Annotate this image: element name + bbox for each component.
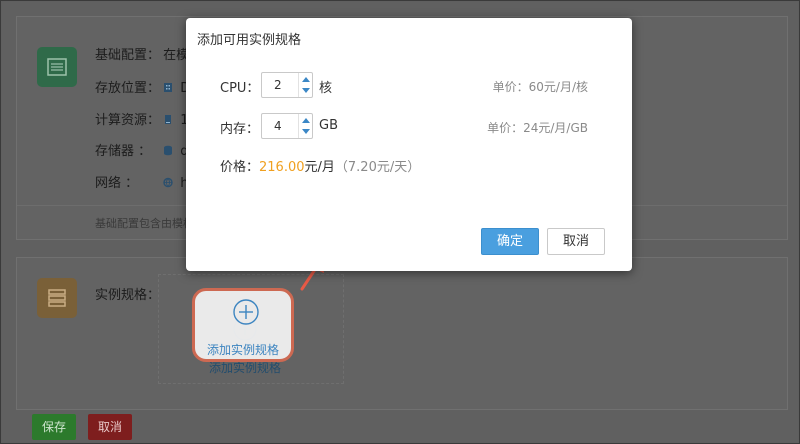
dialog-title: 添加可用实例规格 <box>197 33 302 48</box>
add-spec-highlight[interactable]: 添加实例规格 <box>192 288 294 362</box>
cpu-spin <box>298 73 312 97</box>
memory-unit-price: 单价：24元/月/GB <box>487 121 588 135</box>
memory-spin <box>298 114 312 138</box>
price-daily: （7.20元/天） <box>334 160 421 175</box>
field-label: 基础配置： <box>95 48 161 63</box>
price-amount: 216.00 <box>259 160 305 175</box>
add-spec-dialog: 添加可用实例规格 CPU： 2 核 单价：60元/月/核 内存： 4 GB 单价… <box>186 18 632 271</box>
memory-label: 内存： <box>220 122 260 137</box>
cpu-label: CPU： <box>220 81 260 96</box>
instance-spec-panel: 实例规格： 添加实例规格 <box>16 257 788 410</box>
building-icon <box>164 83 173 92</box>
globe-icon <box>163 177 173 188</box>
field-storage: 存储器 ： da <box>95 143 197 161</box>
cpu-value[interactable]: 2 <box>274 78 282 92</box>
field-label: 计算资源： <box>95 113 161 128</box>
field-network: 网络 ： ha <box>95 175 197 193</box>
field-label: 存储器 ： <box>95 144 152 159</box>
server-icon <box>165 115 172 124</box>
price-label: 价格： <box>220 160 260 175</box>
dialog-cancel-button[interactable]: 取消 <box>547 228 605 255</box>
instance-spec-label: 实例规格： <box>95 288 161 303</box>
field-label: 存放位置： <box>95 81 161 96</box>
save-button[interactable]: 保存 <box>32 414 77 440</box>
spin-down-icon[interactable] <box>302 129 310 134</box>
stack-icon <box>37 278 77 318</box>
confirm-button[interactable]: 确定 <box>481 228 539 255</box>
field-compute: 计算资源： 19 <box>95 112 197 130</box>
cpu-unit-price: 单价：60元/月/核 <box>492 80 588 94</box>
spin-up-icon[interactable] <box>302 118 310 123</box>
cpu-row: CPU： 2 核 单价：60元/月/核 <box>186 72 632 98</box>
price-suffix: 元/月 <box>304 160 335 175</box>
cpu-stepper[interactable]: 2 <box>261 72 313 98</box>
basic-config-note: 基础配置包含由模板 <box>95 217 194 230</box>
cpu-unit: 核 <box>319 81 333 96</box>
spin-up-icon[interactable] <box>302 77 310 82</box>
list-icon <box>37 47 77 87</box>
field-location: 存放位置： Da <box>95 80 198 98</box>
plus-circle-icon <box>233 299 259 325</box>
memory-value[interactable]: 4 <box>274 119 282 133</box>
field-label: 网络 ： <box>95 176 139 191</box>
memory-stepper[interactable]: 4 <box>261 113 313 139</box>
add-spec-text: 添加实例规格 <box>207 343 280 357</box>
spin-down-icon[interactable] <box>302 88 310 93</box>
database-icon <box>164 145 173 156</box>
memory-row: 内存： 4 GB 单价：24元/月/GB <box>186 113 632 139</box>
price-row: 价格：216.00元/月（7.20元/天） <box>220 156 420 175</box>
cancel-button[interactable]: 取消 <box>88 414 133 440</box>
memory-unit: GB <box>319 118 338 133</box>
